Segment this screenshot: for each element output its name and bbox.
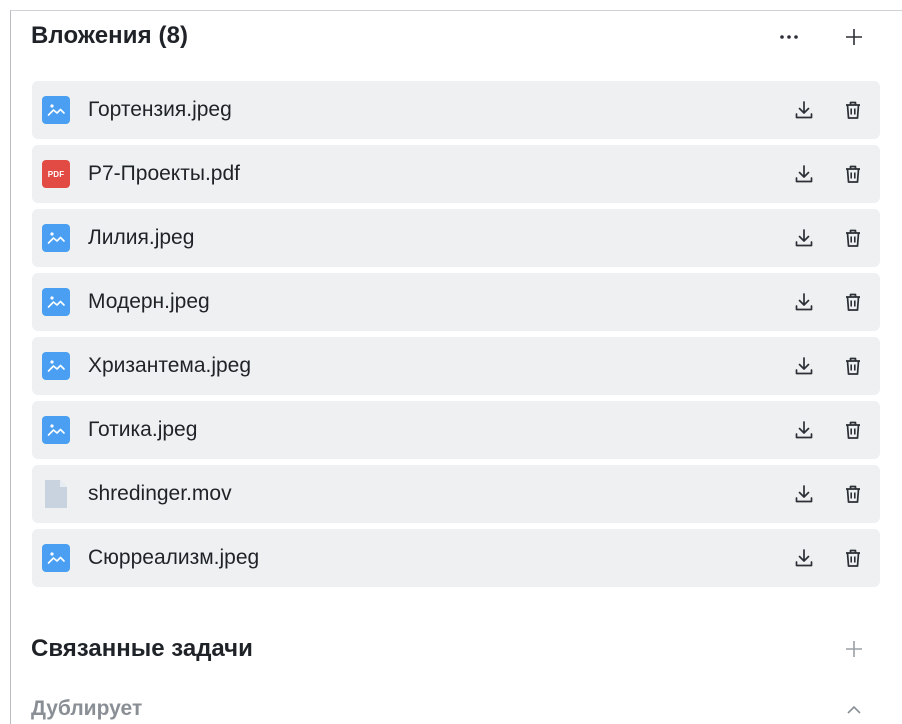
attachment-name[interactable]: shredinger.mov [88,465,232,523]
trash-icon [846,293,860,311]
delete-button[interactable] [838,351,868,381]
generic-file-badge [42,478,70,510]
duplicates-label: Дублирует [31,697,143,720]
download-button[interactable] [789,287,819,317]
download-button[interactable] [789,223,819,253]
image-file-badge [42,224,70,252]
more-horizontal-icon [780,35,798,39]
collapse-duplicates-button[interactable] [839,697,869,724]
image-file-badge [42,96,70,124]
download-button[interactable] [789,479,819,509]
delete-button[interactable] [838,479,868,509]
delete-button[interactable] [838,415,868,445]
attachment-name[interactable]: Гортензия.jpeg [88,81,232,139]
download-icon [795,421,813,439]
attachment-name[interactable]: Хризантема.jpeg [88,337,251,395]
attachment-name[interactable]: P7-Проекты.pdf [88,145,240,203]
attachment-row[interactable]: Хризантема.jpeg [32,337,880,395]
duplicates-section[interactable]: Дублирует [31,697,879,724]
pdf-badge-label: PDF [47,169,65,179]
plus-icon [846,641,862,657]
related-tasks-title: Связанные задачи [31,635,253,662]
add-attachment-button[interactable] [839,22,869,52]
chevron-up-icon [847,705,861,714]
trash-icon [846,421,860,439]
attachment-name[interactable]: Модерн.jpeg [88,273,210,331]
generic-file-icon [45,480,67,508]
download-icon [795,485,813,503]
attachments-title: Вложения (8) [31,22,189,49]
download-button[interactable] [789,159,819,189]
attachments-list: Гортензия.jpeg PDF P7-Проекты.pdf Лилия.jpe… [32,81,880,593]
trash-icon [846,485,860,503]
add-related-task-button[interactable] [839,634,869,664]
download-button[interactable] [789,95,819,125]
pdf-file-icon: PDF [42,160,70,188]
trash-icon [846,357,860,375]
image-file-badge [42,288,70,316]
attachment-row[interactable]: shredinger.mov [32,465,880,523]
attachment-row[interactable]: Модерн.jpeg [32,273,880,331]
trash-icon [846,101,860,119]
attachment-row[interactable]: PDF P7-Проекты.pdf [32,145,880,203]
trash-icon [846,549,860,567]
image-file-icon [47,424,65,436]
download-icon [795,101,813,119]
related-tasks-header: Связанные задачи [31,635,879,665]
delete-button[interactable] [838,95,868,125]
download-icon [795,229,813,247]
download-button[interactable] [789,351,819,381]
image-file-icon [47,104,65,116]
attachment-row[interactable]: Лилия.jpeg [32,209,880,267]
delete-button[interactable] [838,543,868,573]
image-file-icon [47,360,65,372]
attachment-name[interactable]: Готика.jpeg [88,401,197,459]
download-button[interactable] [789,543,819,573]
download-icon [795,357,813,375]
image-file-badge [42,416,70,444]
attachment-row[interactable]: Готика.jpeg [32,401,880,459]
delete-button[interactable] [838,287,868,317]
delete-button[interactable] [838,159,868,189]
attachments-header: Вложения (8) [31,22,879,50]
download-icon [795,293,813,311]
download-icon [795,549,813,567]
image-file-badge [42,352,70,380]
image-file-icon [47,232,65,244]
more-options-button[interactable] [774,22,804,52]
image-file-icon [47,296,65,308]
trash-icon [846,229,860,247]
image-file-icon [47,552,65,564]
attachment-row[interactable]: Сюрреализм.jpeg [32,529,880,587]
attachment-name[interactable]: Лилия.jpeg [88,209,194,267]
delete-button[interactable] [838,223,868,253]
attachment-row[interactable]: Гортензия.jpeg [32,81,880,139]
download-button[interactable] [789,415,819,445]
image-file-badge [42,544,70,572]
plus-icon [846,29,862,45]
trash-icon [846,165,860,183]
download-icon [795,165,813,183]
attachment-name[interactable]: Сюрреализм.jpeg [88,529,259,587]
